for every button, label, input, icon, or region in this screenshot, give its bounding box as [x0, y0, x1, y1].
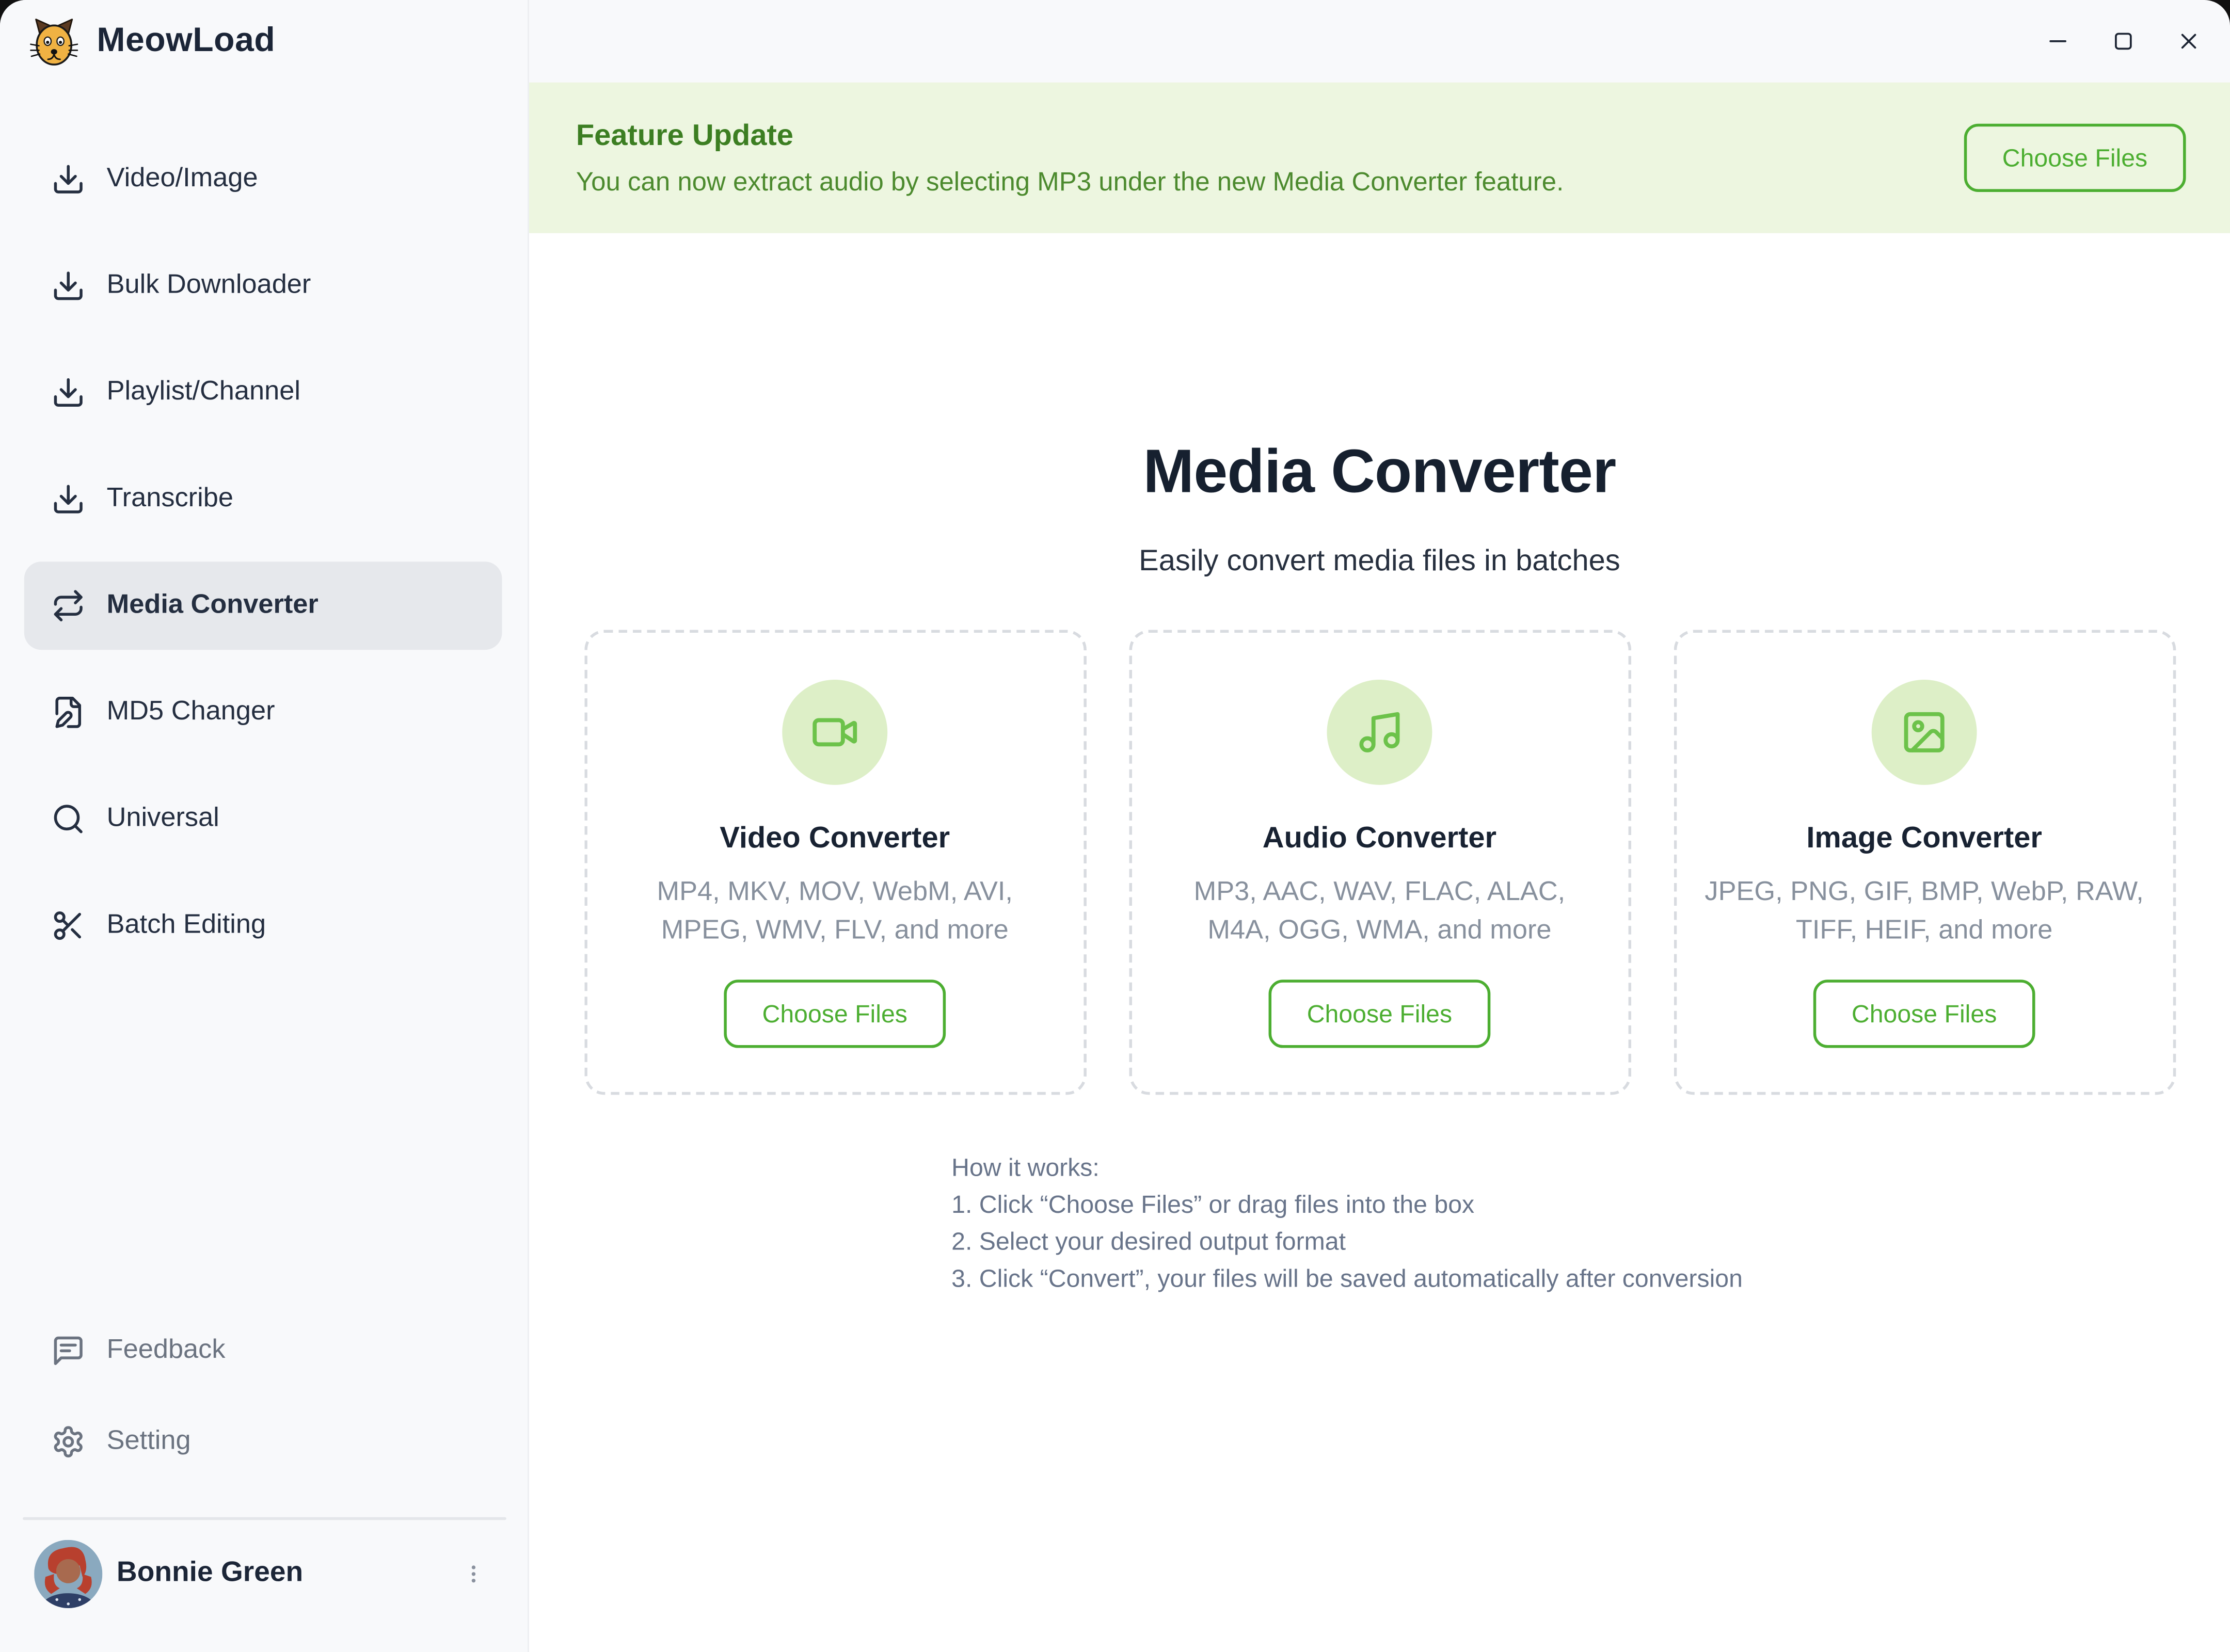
card-audio-converter[interactable]: Audio Converter MP3, AAC, WAV, FLAC, ALA… — [1128, 630, 1631, 1095]
image-choose-files-button[interactable]: Choose Files — [1813, 980, 2035, 1048]
sidebar-item-label: Feedback — [107, 1335, 226, 1367]
card-formats: MP4, MKV, MOV, WebM, AVI, MPEG, WMV, FLV… — [615, 873, 1055, 950]
media-converter-page: Media Converter Easily convert media fil… — [529, 233, 2230, 1652]
sidebar-item-label: Playlist/Channel — [107, 377, 300, 408]
sidebar-item-video-image[interactable]: Video/Image — [24, 135, 502, 223]
sidebar-item-transcribe[interactable]: Transcribe — [24, 455, 502, 543]
app-logo-row: MeowLoad — [30, 15, 276, 67]
sidebar-item-feedback[interactable]: Feedback — [24, 1307, 502, 1395]
card-video-converter[interactable]: Video Converter MP4, MKV, MOV, WebM, AVI… — [584, 630, 1086, 1095]
sidebar-item-playlist-channel[interactable]: Playlist/Channel — [24, 348, 502, 437]
repeat-icon — [51, 589, 85, 623]
image-icon — [1872, 680, 1977, 785]
sidebar-item-universal[interactable]: Universal — [24, 775, 502, 863]
cat-logo-icon — [30, 15, 78, 67]
download-icon — [51, 482, 85, 516]
search-icon — [51, 802, 85, 836]
converter-cards: Video Converter MP4, MKV, MOV, WebM, AVI… — [529, 630, 2230, 1095]
sidebar-item-label: Bulk Downloader — [107, 270, 311, 301]
sidebar: MeowLoad Video/Image Bulk Downloader — [0, 0, 529, 1652]
how-it-works: How it works: Click “Choose Files” or dr… — [951, 1149, 1808, 1297]
download-icon — [51, 375, 85, 409]
how-it-works-steps: Click “Choose Files” or drag files into … — [951, 1186, 1808, 1297]
page-subtitle: Easily convert media files in batches — [529, 543, 2230, 580]
file-pen-icon — [51, 695, 85, 729]
card-formats: JPEG, PNG, GIF, BMP, WebP, RAW, TIFF, HE… — [1705, 873, 2144, 950]
card-title: Audio Converter — [1263, 822, 1496, 856]
video-icon — [782, 680, 887, 785]
gear-icon — [51, 1425, 85, 1459]
main-area: Feature Update You can now extract audio… — [529, 0, 2230, 1652]
sidebar-item-label: Video/Image — [107, 164, 258, 195]
feedback-icon — [51, 1334, 85, 1368]
how-it-works-step: Click “Convert”, your files will be save… — [951, 1260, 1808, 1297]
how-it-works-step: Select your desired output format — [951, 1223, 1808, 1260]
card-formats: MP3, AAC, WAV, FLAC, ALAC, M4A, OGG, WMA… — [1160, 873, 1599, 950]
minimize-icon[interactable] — [2034, 17, 2082, 66]
sidebar-nav: Video/Image Bulk Downloader Playlist/Cha… — [24, 135, 502, 970]
audio-choose-files-button[interactable]: Choose Files — [1268, 980, 1490, 1048]
sidebar-item-media-converter[interactable]: Media Converter — [24, 562, 502, 650]
sidebar-item-bulk-downloader[interactable]: Bulk Downloader — [24, 242, 502, 330]
music-note-icon — [1327, 680, 1432, 785]
sidebar-item-label: Transcribe — [107, 484, 233, 515]
card-title: Image Converter — [1806, 822, 2042, 856]
app-title: MeowLoad — [97, 21, 275, 61]
app-window: MeowLoad Video/Image Bulk Downloader — [0, 0, 2230, 1652]
sidebar-footer-nav: Feedback Setting — [24, 1307, 502, 1486]
app-stage: MeowLoad Video/Image Bulk Downloader — [0, 0, 2230, 1652]
card-image-converter[interactable]: Image Converter JPEG, PNG, GIF, BMP, Web… — [1673, 630, 2175, 1095]
download-icon — [51, 162, 85, 196]
user-row[interactable]: Bonnie Green — [34, 1538, 505, 1608]
how-it-works-step: Click “Choose Files” or drag files into … — [951, 1186, 1808, 1223]
banner-choose-files-button[interactable]: Choose Files — [1964, 124, 2186, 192]
sidebar-item-label: Batch Editing — [107, 910, 266, 941]
sidebar-item-label: Universal — [107, 804, 219, 835]
how-it-works-title: How it works: — [951, 1149, 1808, 1186]
download-icon — [51, 269, 85, 303]
sidebar-item-batch-editing[interactable]: Batch Editing — [24, 881, 502, 970]
sidebar-item-label: Setting — [107, 1426, 191, 1457]
sidebar-item-label: Media Converter — [107, 590, 318, 621]
close-icon[interactable] — [2164, 17, 2213, 66]
sidebar-item-label: MD5 Changer — [107, 697, 275, 728]
maximize-icon[interactable] — [2099, 17, 2148, 66]
feature-update-banner: Feature Update You can now extract audio… — [529, 83, 2230, 233]
window-controls — [2034, 17, 2213, 66]
scissors-icon — [51, 909, 85, 943]
video-choose-files-button[interactable]: Choose Files — [724, 980, 946, 1048]
user-name: Bonnie Green — [117, 1557, 303, 1590]
sidebar-item-md5-changer[interactable]: MD5 Changer — [24, 668, 502, 757]
sidebar-divider — [23, 1517, 506, 1520]
kebab-menu-icon[interactable] — [454, 1545, 493, 1601]
sidebar-item-setting[interactable]: Setting — [24, 1398, 502, 1486]
page-title: Media Converter — [529, 438, 2230, 506]
card-title: Video Converter — [720, 822, 950, 856]
avatar — [34, 1539, 102, 1607]
